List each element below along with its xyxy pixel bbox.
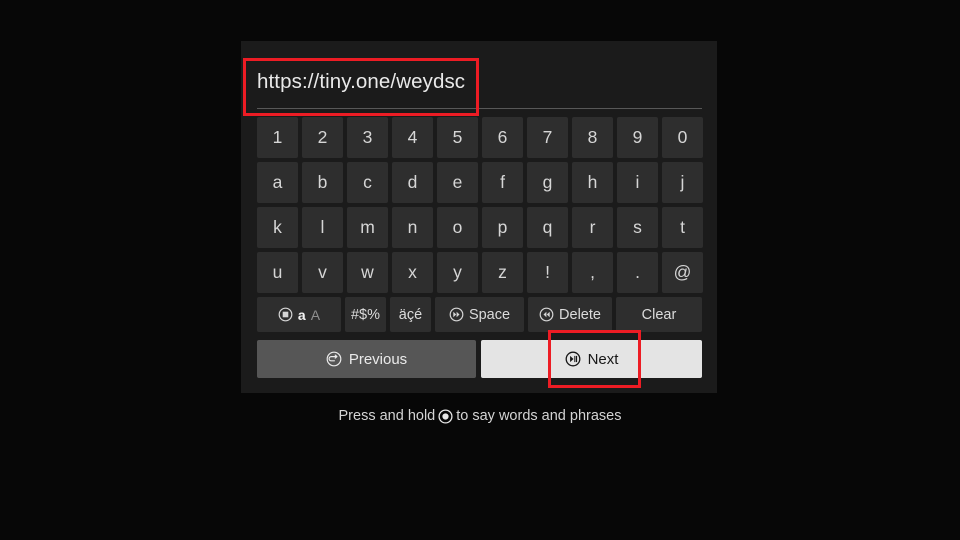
space-key[interactable]: Space xyxy=(435,297,524,332)
key-f[interactable]: f xyxy=(482,162,523,203)
key-6[interactable]: 6 xyxy=(482,117,523,158)
key-n[interactable]: n xyxy=(392,207,433,248)
key-v[interactable]: v xyxy=(302,252,343,293)
key-o[interactable]: o xyxy=(437,207,478,248)
keyboard-function-row: aA #$% äçé Space Delete xyxy=(257,297,702,332)
key-at[interactable]: @ xyxy=(662,252,703,293)
key-c[interactable]: c xyxy=(347,162,388,203)
key-0[interactable]: 0 xyxy=(662,117,703,158)
next-button[interactable]: Next xyxy=(481,340,702,378)
play-pause-circle-icon xyxy=(565,351,581,367)
key-5[interactable]: 5 xyxy=(437,117,478,158)
input-underline xyxy=(257,108,702,109)
key-z[interactable]: z xyxy=(482,252,523,293)
key-d[interactable]: d xyxy=(392,162,433,203)
case-lowercase-label: a xyxy=(298,307,306,323)
key-p[interactable]: p xyxy=(482,207,523,248)
key-j[interactable]: j xyxy=(662,162,703,203)
key-a[interactable]: a xyxy=(257,162,298,203)
url-input-value[interactable]: https://tiny.one/weydsc xyxy=(257,60,702,104)
key-m[interactable]: m xyxy=(347,207,388,248)
keyboard-panel: https://tiny.one/weydsc 1 2 3 4 5 6 7 8 … xyxy=(241,41,717,393)
key-q[interactable]: q xyxy=(527,207,568,248)
previous-button-label: Previous xyxy=(349,351,407,368)
key-9[interactable]: 9 xyxy=(617,117,658,158)
key-u[interactable]: u xyxy=(257,252,298,293)
previous-button[interactable]: Previous xyxy=(257,340,476,378)
symbols-key[interactable]: #$% xyxy=(345,297,386,332)
key-r[interactable]: r xyxy=(572,207,613,248)
key-h[interactable]: h xyxy=(572,162,613,203)
key-period[interactable]: . xyxy=(617,252,658,293)
circle-square-icon xyxy=(278,307,293,322)
space-key-label: Space xyxy=(469,307,510,323)
voice-hint: Press and hold to say words and phrases xyxy=(0,408,960,424)
key-b[interactable]: b xyxy=(302,162,343,203)
delete-key-label: Delete xyxy=(559,307,601,323)
mic-circle-icon xyxy=(438,409,453,424)
back-circle-icon xyxy=(326,351,342,367)
key-w[interactable]: w xyxy=(347,252,388,293)
url-input-field[interactable]: https://tiny.one/weydsc xyxy=(257,60,702,112)
key-t[interactable]: t xyxy=(662,207,703,248)
voice-hint-prefix: Press and hold xyxy=(339,408,436,424)
key-i[interactable]: i xyxy=(617,162,658,203)
clear-key[interactable]: Clear xyxy=(616,297,702,332)
fast-forward-circle-icon xyxy=(449,307,464,322)
delete-key[interactable]: Delete xyxy=(528,297,612,332)
key-comma[interactable]: , xyxy=(572,252,613,293)
navigation-buttons: Previous Next xyxy=(257,340,702,378)
key-8[interactable]: 8 xyxy=(572,117,613,158)
rewind-circle-icon xyxy=(539,307,554,322)
key-4[interactable]: 4 xyxy=(392,117,433,158)
keyboard-row-k-t: k l m n o p q r s t xyxy=(257,207,703,248)
accents-key[interactable]: äçé xyxy=(390,297,431,332)
key-k[interactable]: k xyxy=(257,207,298,248)
keyboard-row-a-j: a b c d e f g h i j xyxy=(257,162,703,203)
key-x[interactable]: x xyxy=(392,252,433,293)
key-s[interactable]: s xyxy=(617,207,658,248)
key-e[interactable]: e xyxy=(437,162,478,203)
next-button-label: Next xyxy=(588,351,619,368)
voice-hint-suffix: to say words and phrases xyxy=(456,408,621,424)
key-l[interactable]: l xyxy=(302,207,343,248)
key-3[interactable]: 3 xyxy=(347,117,388,158)
key-exclamation[interactable]: ! xyxy=(527,252,568,293)
key-g[interactable]: g xyxy=(527,162,568,203)
key-2[interactable]: 2 xyxy=(302,117,343,158)
case-toggle-key[interactable]: aA xyxy=(257,297,341,332)
keyboard-row-digits: 1 2 3 4 5 6 7 8 9 0 xyxy=(257,117,703,158)
key-y[interactable]: y xyxy=(437,252,478,293)
keyboard-row-u-at: u v w x y z ! , . @ xyxy=(257,252,703,293)
case-uppercase-label: A xyxy=(311,307,320,323)
key-7[interactable]: 7 xyxy=(527,117,568,158)
key-1[interactable]: 1 xyxy=(257,117,298,158)
